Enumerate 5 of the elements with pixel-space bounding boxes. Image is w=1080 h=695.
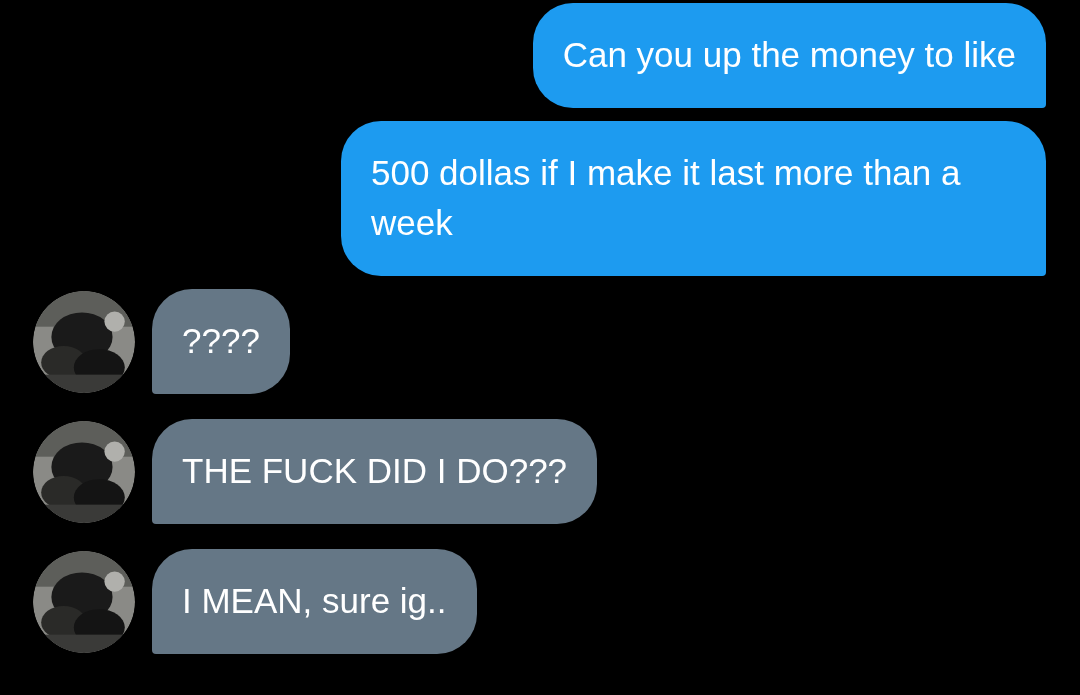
sent-message: 500 dollas if I make it last more than a week [341, 121, 1046, 276]
received-message: ???? [152, 289, 290, 394]
received-message: THE FUCK DID I DO??? [152, 419, 598, 524]
sent-message: Can you up the money to like [532, 3, 1046, 108]
received-message: I MEAN, sure ig.. [152, 549, 477, 654]
